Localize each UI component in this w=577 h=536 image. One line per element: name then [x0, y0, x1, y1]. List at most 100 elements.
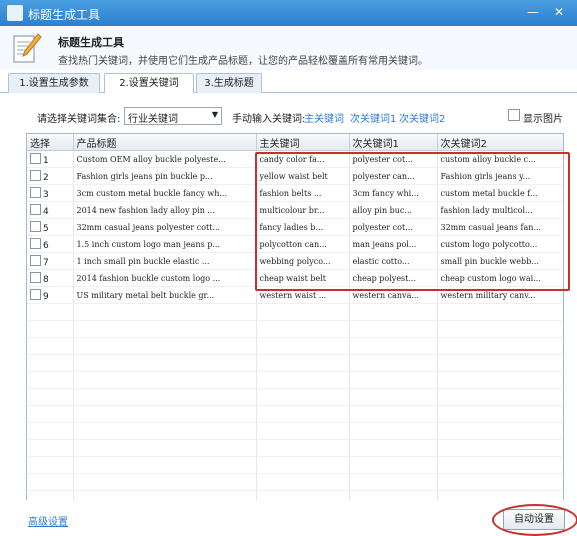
col-header-main-keyword[interactable]: 主关键词 [256, 134, 350, 151]
title-cell[interactable]: 3cm custom metal buckle fancy wh... [73, 184, 257, 202]
sub-keyword1-cell[interactable]: cheap polyest... [349, 269, 438, 287]
row-checkbox[interactable] [30, 237, 41, 249]
row-checkbox[interactable] [30, 186, 41, 198]
main-keyword-cell[interactable]: candy color fa... [256, 150, 350, 168]
main-keyword-cell[interactable]: western waist ... [256, 286, 350, 304]
title-cell[interactable]: Custom OEM alloy buckle polyeste... [73, 150, 257, 168]
empty-row [27, 405, 563, 423]
main-keyword-cell[interactable]: fashion belts ... [256, 184, 350, 202]
main-keyword-cell[interactable]: yellow waist belt [256, 167, 350, 185]
keyword-set-value: 行业关键词 [128, 114, 178, 125]
row-select-cell[interactable]: 1 [27, 150, 74, 168]
sub-keyword1-cell[interactable]: 3cm fancy whi... [349, 184, 438, 202]
empty-row [27, 303, 563, 321]
row-number: 2 [43, 172, 49, 183]
main-keyword-cell[interactable]: fancy ladies b... [256, 218, 350, 236]
row-number: 6 [43, 240, 49, 251]
close-button[interactable]: ✕ [548, 3, 570, 21]
row-select-cell[interactable]: 6 [27, 235, 74, 253]
sub-keyword1-cell[interactable]: alloy pin buc... [349, 201, 438, 219]
title-bar: 标题生成工具 — ✕ [0, 0, 577, 26]
row-checkbox[interactable] [30, 203, 41, 215]
keyword-set-select[interactable]: 行业关键词 ▼ [124, 107, 222, 125]
row-select-cell[interactable]: 7 [27, 252, 74, 270]
row-checkbox[interactable] [30, 288, 41, 300]
col-header-select[interactable]: 选择 [27, 134, 74, 151]
auto-settings-button[interactable]: 自动设置 [503, 509, 565, 530]
show-image-label: 显示图片 [523, 114, 563, 125]
title-cell[interactable]: 32mm casual jeans polyester cott... [73, 218, 257, 236]
main-keyword-link[interactable]: 主关键词 [304, 110, 344, 125]
main-keyword-cell[interactable]: cheap waist belt [256, 269, 350, 287]
col-header-sub-keyword1[interactable]: 次关键词1 [349, 134, 438, 151]
row-select-cell[interactable]: 8 [27, 269, 74, 287]
title-cell[interactable]: 2014 fashion buckle custom logo ... [73, 269, 257, 287]
sub-keyword2-cell[interactable]: fashion lady multicol... [437, 201, 563, 219]
sub-keyword1-cell[interactable]: polyester can... [349, 167, 438, 185]
col-header-title[interactable]: 产品标题 [73, 134, 257, 151]
sub-keyword2-link[interactable]: 次关键词2 [399, 110, 445, 125]
row-select-cell[interactable]: 3 [27, 184, 74, 202]
empty-row [27, 439, 563, 457]
header-title: 标题生成工具 [58, 36, 124, 49]
table-row[interactable]: 1 Custom OEM alloy buckle polyeste... ca… [27, 150, 563, 168]
row-checkbox[interactable] [30, 254, 41, 266]
keyword-set-label: 请选择关键词集合: [37, 114, 121, 125]
empty-row [27, 354, 563, 372]
table-row[interactable]: 8 2014 fashion buckle custom logo ... ch… [27, 269, 563, 287]
sub-keyword1-cell[interactable]: man jeans pol... [349, 235, 438, 253]
empty-row [27, 456, 563, 474]
table-row[interactable]: 7 1 inch small pin buckle elastic ... we… [27, 252, 563, 270]
title-cell[interactable]: 2014 new fashion lady alloy pin ... [73, 201, 257, 219]
table-row[interactable]: 3 3cm custom metal buckle fancy wh... fa… [27, 184, 563, 202]
tab-generate-titles[interactable]: 3.生成标题 [196, 73, 262, 93]
minimize-button[interactable]: — [522, 3, 544, 21]
sub-keyword2-cell[interactable]: Fashion girls jeans y... [437, 167, 563, 185]
row-number: 7 [43, 257, 49, 268]
table-row[interactable]: 5 32mm casual jeans polyester cott... fa… [27, 218, 563, 236]
row-select-cell[interactable]: 9 [27, 286, 74, 304]
sub-keyword1-cell[interactable]: polyester cot... [349, 218, 438, 236]
main-keyword-cell[interactable]: polycotton can... [256, 235, 350, 253]
table-row[interactable]: 4 2014 new fashion lady alloy pin ... mu… [27, 201, 563, 219]
sub-keyword2-cell[interactable]: custom metal buckle f... [437, 184, 563, 202]
header: 标题生成工具 查找热门关键词，并使用它们生成产品标题，让您的产品轻松覆盖所有常用… [0, 26, 577, 70]
sub-keyword2-cell[interactable]: cheap custom logo wai... [437, 269, 563, 287]
sub-keyword2-cell[interactable]: custom alloy buckle c... [437, 150, 563, 168]
tab-set-keywords[interactable]: 2.设置关键词 [104, 73, 194, 94]
sub-keyword1-cell[interactable]: western canva... [349, 286, 438, 304]
chevron-down-icon: ▼ [211, 110, 218, 119]
row-select-cell[interactable]: 5 [27, 218, 74, 236]
main-keyword-cell[interactable]: webbing polyco... [256, 252, 350, 270]
sub-keyword2-cell[interactable]: 32mm casual jeans fan... [437, 218, 563, 236]
title-cell[interactable]: US military metal belt buckle gr... [73, 286, 257, 304]
sub-keyword1-link[interactable]: 次关键词1 [350, 110, 396, 125]
row-number: 3 [43, 189, 49, 200]
title-cell[interactable]: Fashion girls jeans pin buckle p... [73, 167, 257, 185]
title-cell[interactable]: 1.5 inch custom logo man jeans p... [73, 235, 257, 253]
sub-keyword1-cell[interactable]: elastic cotto... [349, 252, 438, 270]
table-row[interactable]: 9 US military metal belt buckle gr... we… [27, 286, 563, 304]
empty-row [27, 473, 563, 491]
table-row[interactable]: 2 Fashion girls jeans pin buckle p... ye… [27, 167, 563, 185]
footer: 高级设置 自动设置 [0, 500, 577, 536]
sub-keyword2-cell[interactable]: western military canv... [437, 286, 563, 304]
table-row[interactable]: 6 1.5 inch custom logo man jeans p... po… [27, 235, 563, 253]
sub-keyword2-cell[interactable]: custom logo polycotto... [437, 235, 563, 253]
keyword-table: 选择 产品标题 主关键词 次关键词1 次关键词2 1 Custom OEM al… [26, 133, 564, 501]
row-select-cell[interactable]: 2 [27, 167, 74, 185]
sub-keyword1-cell[interactable]: polyester cot... [349, 150, 438, 168]
show-image-checkbox[interactable] [508, 109, 520, 121]
tab-generation-params[interactable]: 1.设置生成参数 [8, 73, 100, 93]
row-select-cell[interactable]: 4 [27, 201, 74, 219]
col-header-sub-keyword2[interactable]: 次关键词2 [437, 134, 563, 151]
title-cell[interactable]: 1 inch small pin buckle elastic ... [73, 252, 257, 270]
manual-input-label: 手动输入关键词: [232, 114, 306, 125]
row-checkbox[interactable] [30, 169, 41, 181]
row-checkbox[interactable] [30, 152, 41, 164]
row-checkbox[interactable] [30, 220, 41, 232]
advanced-settings-link[interactable]: 高级设置 [28, 513, 68, 528]
sub-keyword2-cell[interactable]: small pin buckle webb... [437, 252, 563, 270]
row-checkbox[interactable] [30, 271, 41, 283]
main-keyword-cell[interactable]: multicolour br... [256, 201, 350, 219]
